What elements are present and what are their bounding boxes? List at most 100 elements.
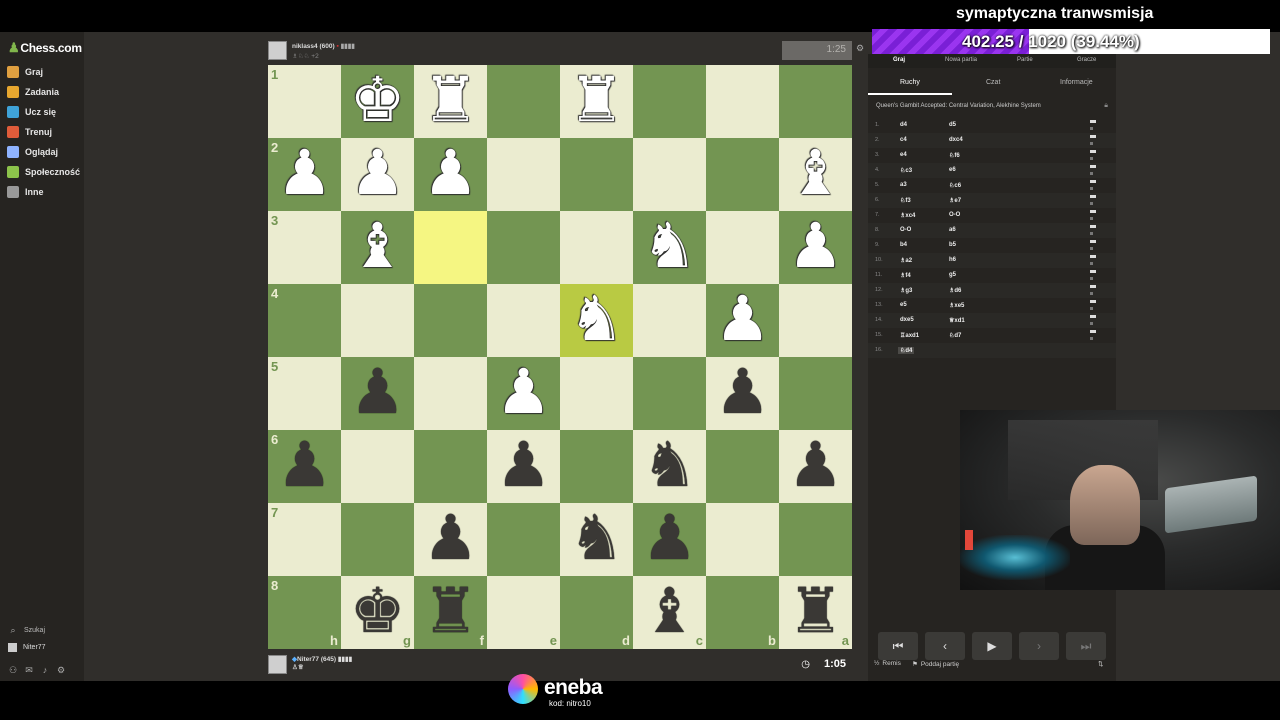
white-knight-icon[interactable]: ♞ bbox=[569, 287, 625, 350]
square-g4[interactable] bbox=[341, 284, 414, 357]
square-d1[interactable]: ♜ bbox=[560, 65, 633, 138]
white-pawn-icon[interactable]: ♟ bbox=[496, 360, 552, 423]
draw-button[interactable]: ½ Remis bbox=[874, 660, 901, 667]
black-move[interactable]: ♕xd1 bbox=[949, 317, 965, 324]
square-c5[interactable] bbox=[633, 357, 706, 430]
tab-games[interactable]: Partie bbox=[1017, 57, 1033, 63]
next-move-button[interactable]: › bbox=[1019, 632, 1059, 660]
white-move[interactable]: c4 bbox=[900, 137, 907, 143]
square-e7[interactable] bbox=[487, 503, 560, 576]
first-move-button[interactable]: ⏮ bbox=[878, 632, 918, 660]
square-e1[interactable] bbox=[487, 65, 560, 138]
black-pawn-icon[interactable]: ♟ bbox=[788, 433, 844, 496]
prev-move-button[interactable]: ‹ bbox=[925, 632, 965, 660]
black-pawn-icon[interactable]: ♟ bbox=[496, 433, 552, 496]
last-move-button[interactable]: ⏭ bbox=[1066, 632, 1106, 660]
black-pawn-icon[interactable]: ♟ bbox=[277, 433, 333, 496]
sidebar-item-6[interactable]: Inne bbox=[7, 186, 44, 198]
square-e5[interactable]: ♟ bbox=[487, 357, 560, 430]
square-b5[interactable]: ♟ bbox=[706, 357, 779, 430]
square-h1[interactable]: 1 bbox=[268, 65, 341, 138]
tab-play[interactable]: Graj bbox=[893, 57, 905, 63]
white-knight-icon[interactable]: ♞ bbox=[642, 214, 698, 277]
white-move[interactable]: O-O bbox=[900, 227, 911, 233]
bottom-player-name[interactable]: ◆Niter77 (645) ▮▮▮▮ bbox=[292, 655, 352, 663]
black-rook-icon[interactable]: ♜ bbox=[788, 579, 844, 642]
white-bishop-icon[interactable]: ♝ bbox=[350, 214, 406, 277]
white-move[interactable]: e5 bbox=[900, 302, 907, 308]
black-move[interactable]: h6 bbox=[949, 257, 956, 263]
tab-new-game[interactable]: Nowa partia bbox=[945, 57, 977, 63]
black-move[interactable]: ♘d7 bbox=[949, 332, 961, 339]
square-g3[interactable]: ♝ bbox=[341, 211, 414, 284]
black-move[interactable]: O-O bbox=[949, 212, 960, 218]
white-move[interactable]: ♗a2 bbox=[900, 257, 912, 264]
black-knight-icon[interactable]: ♞ bbox=[642, 433, 698, 496]
tab-chat[interactable]: Czat bbox=[986, 79, 1000, 86]
tab-info[interactable]: Informacje bbox=[1060, 79, 1093, 86]
sidebar-item-2[interactable]: Ucz się bbox=[7, 106, 56, 118]
square-d6[interactable] bbox=[560, 430, 633, 503]
play-button[interactable]: ▶ bbox=[972, 632, 1012, 660]
square-b2[interactable] bbox=[706, 138, 779, 211]
tab-moves[interactable]: Ruchy bbox=[900, 79, 920, 86]
square-h5[interactable]: 5 bbox=[268, 357, 341, 430]
square-e3[interactable] bbox=[487, 211, 560, 284]
square-h2[interactable]: 2 ♟ bbox=[268, 138, 341, 211]
black-move[interactable]: ♗d6 bbox=[949, 287, 961, 294]
white-pawn-icon[interactable]: ♟ bbox=[423, 141, 479, 204]
square-h7[interactable]: 7 bbox=[268, 503, 341, 576]
black-king-icon[interactable]: ♚ bbox=[350, 579, 406, 642]
white-move[interactable]: ♘d4 bbox=[898, 347, 915, 354]
white-move[interactable]: ♘c3 bbox=[900, 167, 912, 174]
white-move[interactable]: ♖axd1 bbox=[900, 332, 919, 339]
sidebar-item-4[interactable]: Oglądaj bbox=[7, 146, 58, 158]
chesscom-logo[interactable]: ♟Chess.com bbox=[8, 40, 82, 56]
square-c8[interactable]: c ♝ bbox=[633, 576, 706, 649]
square-d8[interactable]: d bbox=[560, 576, 633, 649]
square-b8[interactable]: b bbox=[706, 576, 779, 649]
white-move[interactable]: d4 bbox=[900, 122, 907, 128]
white-move[interactable]: dxe5 bbox=[900, 317, 914, 323]
square-f7[interactable]: ♟ bbox=[414, 503, 487, 576]
square-e2[interactable] bbox=[487, 138, 560, 211]
square-h6[interactable]: 6 ♟ bbox=[268, 430, 341, 503]
square-a3[interactable]: ♟ bbox=[779, 211, 852, 284]
bottom-player-avatar[interactable] bbox=[268, 655, 287, 674]
white-pawn-icon[interactable]: ♟ bbox=[277, 141, 333, 204]
square-e6[interactable]: ♟ bbox=[487, 430, 560, 503]
black-move[interactable]: ♘f6 bbox=[949, 152, 960, 159]
sidebar-item-5[interactable]: Społeczność bbox=[7, 166, 80, 178]
flip-board-icon[interactable]: ⇅ bbox=[1098, 660, 1103, 668]
square-b1[interactable] bbox=[706, 65, 779, 138]
square-a5[interactable] bbox=[779, 357, 852, 430]
tab-players[interactable]: Gracze bbox=[1077, 57, 1096, 63]
white-move[interactable]: ♘f3 bbox=[900, 197, 911, 204]
user-link[interactable]: Niter77 bbox=[8, 643, 46, 652]
square-g2[interactable]: ♟ bbox=[341, 138, 414, 211]
square-c2[interactable] bbox=[633, 138, 706, 211]
black-pawn-icon[interactable]: ♟ bbox=[350, 360, 406, 423]
white-rook-icon[interactable]: ♜ bbox=[569, 68, 625, 131]
square-b3[interactable] bbox=[706, 211, 779, 284]
lock-icon[interactable]: 🔒︎ bbox=[1104, 102, 1108, 110]
square-c1[interactable] bbox=[633, 65, 706, 138]
white-move[interactable]: e4 bbox=[900, 152, 907, 158]
square-f1[interactable]: ♜ bbox=[414, 65, 487, 138]
square-f3[interactable] bbox=[414, 211, 487, 284]
search-link[interactable]: ⌕ Szukaj bbox=[8, 625, 45, 635]
black-move[interactable]: e6 bbox=[949, 167, 956, 173]
white-move[interactable]: ♗f4 bbox=[900, 272, 911, 279]
white-pawn-icon[interactable]: ♟ bbox=[788, 214, 844, 277]
square-f2[interactable]: ♟ bbox=[414, 138, 487, 211]
square-f8[interactable]: f ♜ bbox=[414, 576, 487, 649]
square-d5[interactable] bbox=[560, 357, 633, 430]
square-c6[interactable]: ♞ bbox=[633, 430, 706, 503]
square-g5[interactable]: ♟ bbox=[341, 357, 414, 430]
white-move[interactable]: a3 bbox=[900, 182, 907, 188]
square-a4[interactable] bbox=[779, 284, 852, 357]
black-move[interactable]: a6 bbox=[949, 227, 956, 233]
square-a1[interactable] bbox=[779, 65, 852, 138]
black-pawn-icon[interactable]: ♟ bbox=[715, 360, 771, 423]
square-a7[interactable] bbox=[779, 503, 852, 576]
